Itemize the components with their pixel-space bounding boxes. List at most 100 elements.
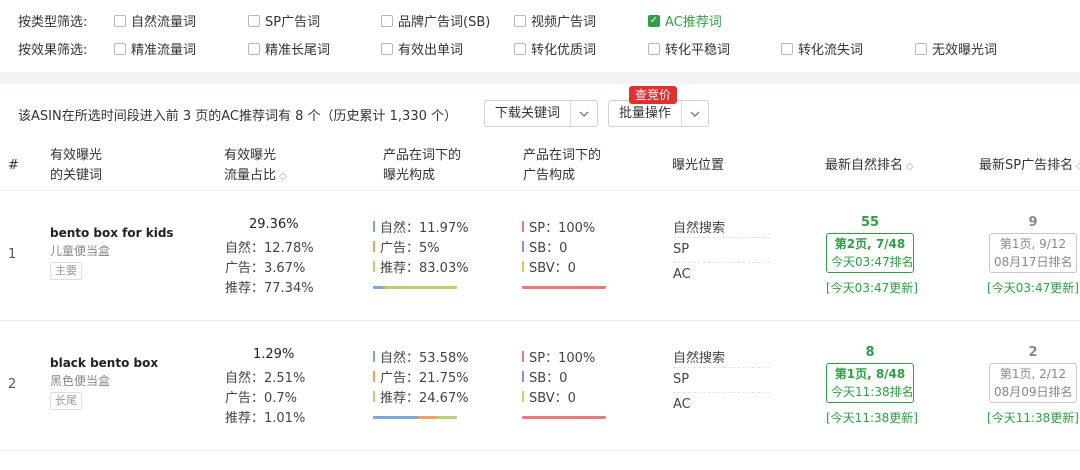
checkbox[interactable] — [114, 42, 126, 55]
checkbox-checked[interactable]: ✓ — [648, 14, 660, 27]
sp-rank-box[interactable]: 第1页, 2/12 08月09日排名 — [989, 363, 1077, 403]
header-share-sort[interactable]: 流量占比 ◇ — [224, 166, 287, 187]
ad-sp: SP：100% — [522, 347, 595, 366]
row-index: 1 — [8, 247, 17, 262]
header-ad-line1: 产品在词下的 — [523, 148, 602, 163]
sp-rank-time: 08月17日排名 — [994, 255, 1073, 269]
sort-icon[interactable]: ◇ — [279, 171, 287, 182]
exposure-natural: 自然：11.97% — [373, 217, 469, 236]
checkbox[interactable] — [514, 14, 526, 27]
sort-icon[interactable]: ◇ — [906, 161, 914, 172]
filter-sp-ad[interactable]: SP广告词 — [248, 11, 320, 30]
checkbox[interactable] — [248, 14, 260, 27]
bar-segment-natural — [373, 286, 384, 289]
filter-ac-recommend[interactable]: ✓ AC推荐词 — [648, 11, 722, 30]
ad-bar — [522, 286, 606, 289]
keyword-translation: 黑色便当盒 — [50, 374, 111, 388]
filter-precise-traffic[interactable]: 精准流量词 — [114, 39, 196, 58]
position-sp: SP — [673, 372, 690, 387]
header-ad-line2: 广告构成 — [523, 168, 576, 183]
exposure-bar — [373, 286, 457, 289]
filter-precise-longtail[interactable]: 精准长尾词 — [248, 39, 330, 58]
section-divider — [0, 72, 1080, 84]
position-ac: AC — [673, 267, 691, 282]
filter-effective-order[interactable]: 有效出单词 — [381, 39, 463, 58]
filter-natural-traffic[interactable]: 自然流量词 — [114, 11, 196, 30]
table-row[interactable]: 2 black bento box 黑色便当盒 长尾 1.29% 自然：2.51… — [0, 320, 1080, 450]
natural-rank-value[interactable]: 55 — [826, 215, 914, 230]
natural-rank-box[interactable]: 第2页, 7/48 今天03:47排名 — [826, 233, 914, 273]
checkbox[interactable] — [514, 42, 526, 55]
effect-filter-row: 按效果筛选: 精准流量词 精准长尾词 有效出单词 转化优质词 转化平稳词 转化流… — [0, 35, 1080, 59]
natural-rank-update: [今天03:47更新] — [826, 281, 918, 295]
chevron-down-icon[interactable] — [682, 101, 708, 126]
bar-segment-sp — [522, 286, 606, 289]
type-filter-row: 按类型筛选: 自然流量词 SP广告词 品牌广告词(SB) 视频广告词 ✓ AC推荐… — [0, 7, 1080, 31]
exposure-ad: 广告：5% — [373, 237, 440, 256]
sp-rank-page: 第1页, 9/12 — [999, 237, 1067, 251]
filter-video-ad[interactable]: 视频广告词 — [514, 11, 596, 30]
position-divider — [673, 367, 770, 368]
checkbox[interactable] — [381, 14, 393, 27]
filter-stable-conversion[interactable]: 转化平稳词 — [648, 39, 730, 58]
share-total: 1.29% — [253, 347, 295, 362]
checkbox[interactable] — [648, 42, 660, 55]
natural-rank-value[interactable]: 8 — [826, 345, 914, 360]
table-row[interactable]: 1 bento box for kids 儿童便当盒 主要 29.36% 自然：… — [0, 190, 1080, 320]
batch-operation-label[interactable]: 批量操作 — [609, 101, 683, 126]
download-keywords-label[interactable]: 下载关键词 — [485, 101, 572, 126]
chevron-down-icon[interactable] — [571, 101, 597, 126]
header-natural-rank-sort[interactable]: 最新自然排名 ◇ — [825, 156, 914, 177]
share-ad: 广告：0.7% — [225, 391, 298, 406]
filter-invalid-exposure[interactable]: 无效曝光词 — [915, 39, 997, 58]
header-sp-rank-sort[interactable]: 最新SP广告排名 ◇ — [979, 156, 1080, 177]
position-divider — [673, 392, 770, 393]
filter-lost-conversion[interactable]: 转化流失词 — [781, 39, 863, 58]
position-natural: 自然搜索 — [673, 351, 726, 366]
row-divider — [0, 450, 1080, 451]
share-natural: 自然：12.78% — [225, 241, 314, 256]
checkbox[interactable] — [781, 42, 793, 55]
effect-filter-label: 按效果筛选: — [18, 43, 88, 58]
sort-icon[interactable]: ◇ — [1076, 161, 1080, 172]
sp-rank-value[interactable]: 2 — [989, 345, 1077, 360]
keyword-text[interactable]: bento box for kids — [50, 226, 174, 240]
keyword-text[interactable]: black bento box — [50, 356, 158, 370]
bar-segment-recommend — [436, 416, 457, 419]
sp-rank-value[interactable]: 9 — [989, 215, 1077, 230]
header-keyword-line1: 有效曝光 — [50, 148, 103, 163]
share-total: 29.36% — [249, 217, 299, 232]
bar-segment-recommend — [387, 286, 457, 289]
exposure-recommend: 推荐：83.03% — [373, 257, 469, 276]
keyword-tag: 主要 — [50, 262, 82, 280]
natural-rank-box[interactable]: 第1页, 8/48 今天11:38排名 — [826, 363, 914, 403]
download-keywords-button[interactable]: 下载关键词 — [484, 100, 599, 127]
exposure-ad: 广告：21.75% — [373, 367, 469, 386]
sp-rank-update: [今天03:47更新] — [987, 281, 1079, 295]
natural-rank-time: 今天11:38排名 — [831, 385, 914, 399]
header-index: # — [8, 158, 19, 173]
sp-rank-time: 08月09日排名 — [994, 385, 1073, 399]
check-bid-badge[interactable]: 查竞价 — [629, 86, 678, 104]
position-natural: 自然搜索 — [673, 221, 726, 236]
share-ad: 广告：3.67% — [225, 261, 306, 276]
natural-rank-time: 今天03:47排名 — [831, 255, 914, 269]
checkbox[interactable] — [381, 42, 393, 55]
sp-rank-box[interactable]: 第1页, 9/12 08月17日排名 — [989, 233, 1077, 273]
checkbox[interactable] — [915, 42, 927, 55]
batch-operation-button[interactable]: 批量操作 — [608, 100, 710, 127]
exposure-natural: 自然：53.58% — [373, 347, 469, 366]
share-recommend: 推荐：77.34% — [225, 281, 314, 296]
position-sp: SP — [673, 242, 690, 257]
filter-brand-ad[interactable]: 品牌广告词(SB) — [381, 11, 490, 30]
share-recommend: 推荐：1.01% — [225, 411, 306, 426]
type-filter-label: 按类型筛选: — [18, 15, 88, 30]
keyword-translation: 儿童便当盒 — [50, 244, 111, 258]
keyword-summary: 该ASIN在所选时间段进入前 3 页的AC推荐词有 8 个（历史累计 1,330… — [18, 109, 457, 124]
checkbox[interactable] — [248, 42, 260, 55]
ad-sb: SB：0 — [522, 367, 567, 386]
ad-bar — [522, 416, 606, 419]
natural-rank-page: 第2页, 7/48 — [834, 237, 906, 251]
checkbox[interactable] — [114, 14, 126, 27]
filter-quality-conversion[interactable]: 转化优质词 — [514, 39, 596, 58]
